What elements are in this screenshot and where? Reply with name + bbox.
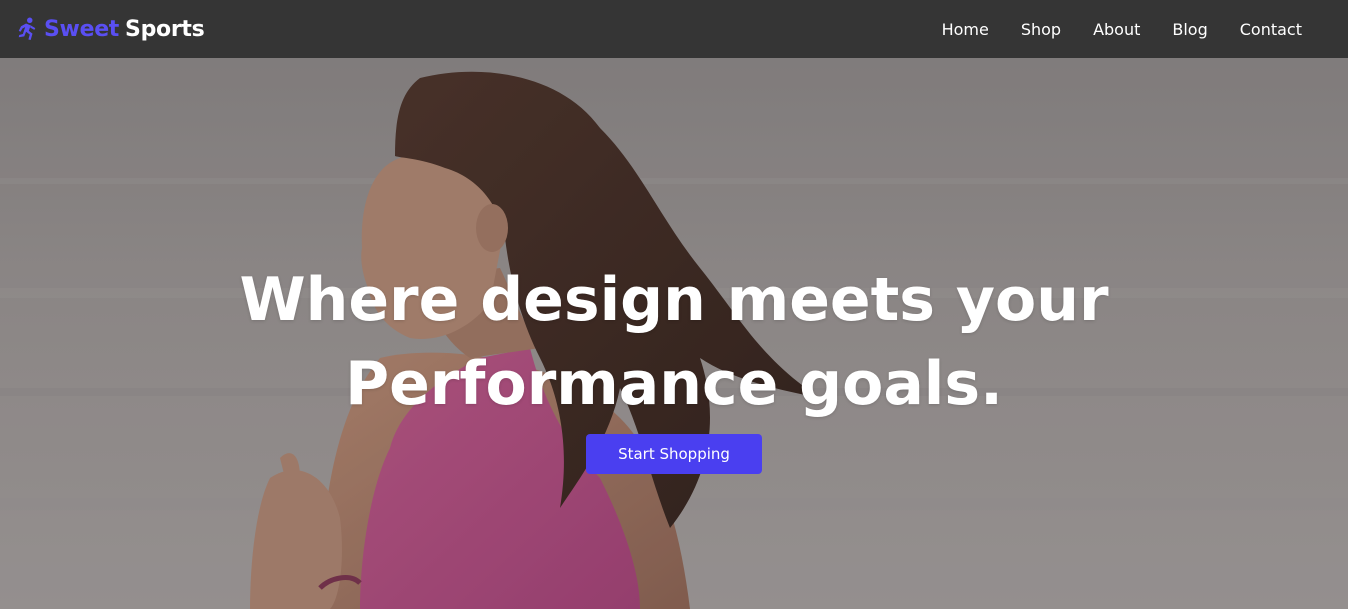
nav-link-about[interactable]: About [1077,20,1156,39]
running-person-icon [18,17,36,40]
nav-link-shop[interactable]: Shop [1005,20,1077,39]
brand-logo-link[interactable]: Sweet Sports [16,16,205,42]
hero-content: Where design meets your Performance goal… [0,258,1348,474]
navbar: Sweet Sports Home Shop About Blog Contact [0,0,1348,58]
hero-section: Where design meets your Performance goal… [0,58,1348,609]
main-nav: Home Shop About Blog Contact [926,20,1318,39]
brand-name-part1: Sweet [44,16,120,42]
nav-link-blog[interactable]: Blog [1156,20,1223,39]
hero-title: Where design meets your Performance goal… [239,265,1109,419]
brand-name: Sweet Sports [44,16,205,42]
brand-name-part2: Sports [125,16,205,42]
nav-link-contact[interactable]: Contact [1224,20,1318,39]
nav-link-home[interactable]: Home [926,20,1005,39]
start-shopping-button[interactable]: Start Shopping [586,434,762,474]
